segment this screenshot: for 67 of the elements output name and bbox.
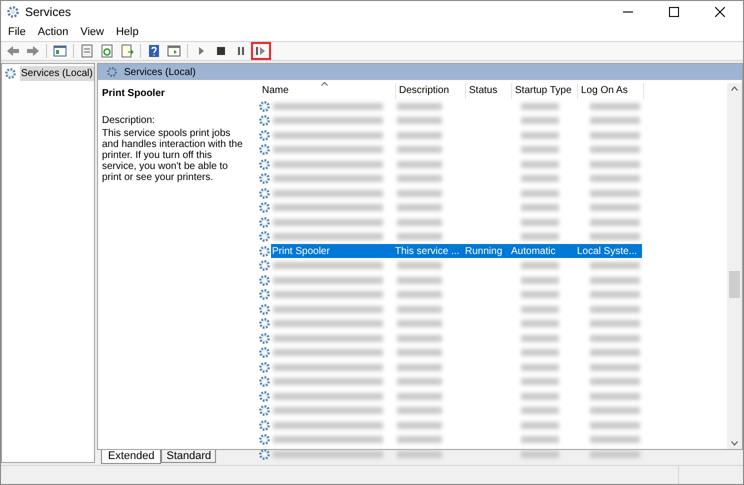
gear-icon <box>258 346 271 360</box>
description-text: This service spools print jobs and handles interaction with the printer. If you turn off this service, you won't be able to print or see your printers. <box>102 128 244 183</box>
gear-icon <box>258 274 271 287</box>
gear-icon <box>258 172 271 186</box>
table-cell-text: This service ... <box>394 244 460 259</box>
gear-icon <box>258 418 271 432</box>
gear-icon <box>258 259 271 272</box>
gear-icon <box>258 375 271 388</box>
scrollbar[interactable] <box>727 83 742 449</box>
column-header[interactable]: Log On As <box>578 83 644 99</box>
gear-icon <box>258 114 271 128</box>
gear-icon <box>6 5 20 19</box>
gear-icon <box>4 67 17 80</box>
window-icon <box>167 44 181 58</box>
column-header[interactable]: Name <box>259 83 396 99</box>
gear-icon <box>258 360 271 374</box>
document-icon <box>80 44 94 58</box>
refresh-icon <box>100 44 114 58</box>
pane-title: Services (Local) <box>124 66 196 80</box>
toolbar-button[interactable] <box>251 42 271 60</box>
help-icon <box>147 44 161 58</box>
gear-icon <box>258 128 271 142</box>
forward-arrow-icon <box>26 44 40 58</box>
menu-item[interactable]: File <box>3 24 31 40</box>
menu-item[interactable]: Help <box>110 24 144 40</box>
scroll-down-icon[interactable] <box>731 441 738 446</box>
back-arrow-icon <box>6 44 20 58</box>
table-cell-text: Print Spooler <box>271 244 331 259</box>
gear-icon <box>258 201 271 214</box>
menu-item[interactable]: Action <box>32 24 74 40</box>
tree-item[interactable]: Services (Local) <box>20 66 94 81</box>
gear-icon <box>258 302 271 316</box>
description-label: Description: <box>102 114 156 128</box>
table-cell-text: Running <box>464 244 504 259</box>
gear-icon <box>258 143 271 156</box>
gear-icon <box>258 216 271 229</box>
gear-icon <box>106 66 118 78</box>
window-title: Services <box>25 4 72 21</box>
gear-icon <box>258 100 271 113</box>
gear-icon <box>258 186 271 200</box>
gear-icon <box>258 317 271 330</box>
gear-icon <box>258 158 271 171</box>
gear-icon <box>258 332 271 345</box>
gear-icon <box>258 404 271 418</box>
service-title: Print Spooler <box>102 87 166 101</box>
table-cell-text: Automatic <box>510 244 556 259</box>
gear-icon <box>258 390 271 403</box>
console-tree-icon <box>53 44 67 58</box>
maximize-icon <box>669 7 679 17</box>
column-header[interactable]: Description <box>396 83 466 99</box>
sort-caret-icon <box>321 82 328 86</box>
column-header[interactable]: Status <box>466 83 512 99</box>
gear-icon <box>258 244 271 258</box>
scroll-up-icon[interactable] <box>731 86 738 91</box>
scroll-thumb[interactable] <box>729 271 740 298</box>
tab[interactable]: Extended <box>101 450 162 464</box>
gear-icon <box>258 288 271 302</box>
gear-icon <box>258 433 271 446</box>
stop-icon <box>214 44 228 58</box>
table-cell-text: Local Syste... <box>576 244 638 259</box>
gear-icon <box>258 230 271 244</box>
table-row[interactable]: Print Spooler This service ... Running Automatic Local Syste... <box>271 244 642 258</box>
tab[interactable]: Standard <box>161 450 216 463</box>
column-header[interactable]: Startup Type <box>512 83 578 99</box>
close-icon <box>715 7 725 17</box>
menu-item[interactable]: View <box>75 24 109 40</box>
export-list-icon <box>120 44 134 58</box>
